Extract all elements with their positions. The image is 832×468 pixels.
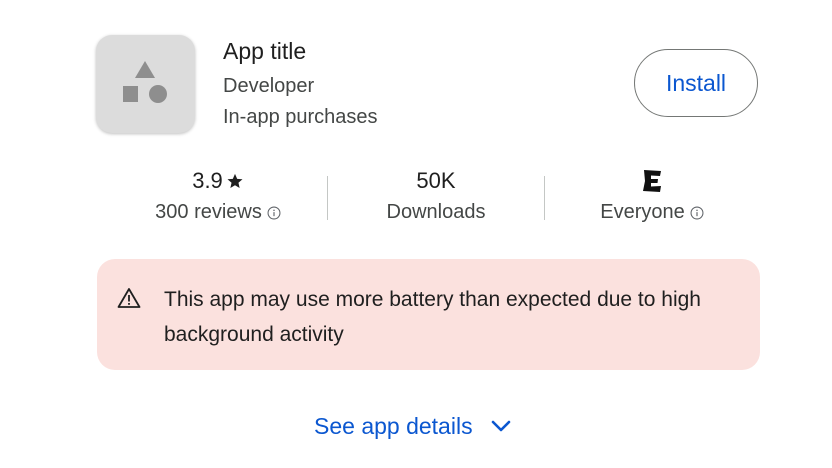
downloads-stat: 50K Downloads (350, 166, 522, 224)
chevron-down-icon (491, 420, 511, 432)
app-icon[interactable] (96, 35, 195, 133)
battery-warning-banner: This app may use more battery than expec… (97, 259, 760, 370)
in-app-purchases-label: In-app purchases (223, 106, 378, 128)
downloads-label: Downloads (386, 201, 486, 223)
app-title: App title (223, 38, 307, 64)
info-icon[interactable] (690, 206, 704, 220)
stats-divider (327, 176, 328, 220)
app-placeholder-shapes-icon (123, 61, 167, 103)
warning-triangle-icon (117, 287, 141, 314)
install-button[interactable]: Install (634, 49, 758, 117)
esrb-e-icon (641, 169, 663, 193)
warning-message: This app may use more battery than expec… (164, 288, 701, 346)
rating-value: 3.9 (192, 168, 223, 193)
see-app-details-link[interactable]: See app details (314, 408, 511, 444)
developer-name[interactable]: Developer (223, 75, 314, 98)
content-rating-stat[interactable]: Everyone (566, 166, 738, 224)
reviews-count: 300 reviews (155, 201, 262, 223)
content-rating-label: Everyone (600, 201, 685, 223)
rating-stat[interactable]: 3.9 300 reviews (130, 166, 306, 224)
stats-divider (544, 176, 545, 220)
app-listing-card: App title Developer In-app purchases Ins… (0, 0, 832, 468)
star-icon (226, 172, 244, 190)
info-icon[interactable] (267, 206, 281, 220)
see-app-details-label: See app details (314, 412, 473, 439)
downloads-value: 50K (416, 168, 456, 193)
